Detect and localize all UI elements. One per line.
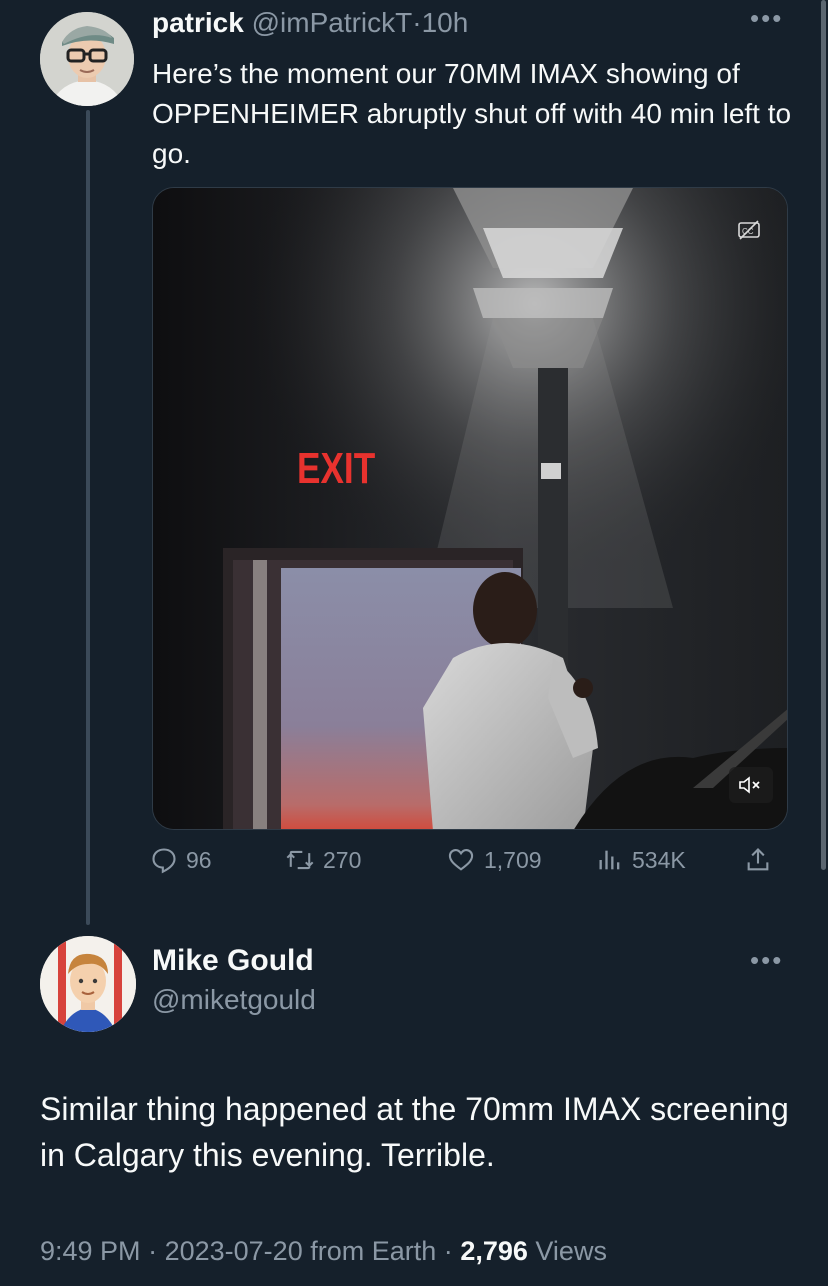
more-options-icon[interactable]: ••• <box>750 5 783 31</box>
separator: · <box>412 7 422 38</box>
thread-line <box>86 110 90 925</box>
retweet-icon <box>286 850 314 870</box>
separator: · <box>443 1236 453 1266</box>
tweet-age[interactable]: 10h <box>422 7 469 38</box>
exit-sign-text: EXIT <box>297 444 375 493</box>
reply-icon <box>152 848 176 874</box>
reply-source: from Earth <box>310 1236 437 1266</box>
views-button[interactable]: 534K <box>596 846 686 874</box>
reply-count: 96 <box>186 846 212 873</box>
heart-icon <box>448 849 474 871</box>
retweet-button[interactable]: 270 <box>285 846 361 874</box>
reply-author-name[interactable]: Mike Gould <box>152 944 314 978</box>
reply-text: Similar thing happened at the 70mm IMAX … <box>40 1091 789 1173</box>
avatar[interactable] <box>40 936 136 1032</box>
tweet-footer: 9:49 PM · 2023-07-20 from Earth · 2,796 … <box>40 1236 607 1267</box>
retweet-count: 270 <box>323 846 362 873</box>
tweet-text: Here’s the moment our 70MM IMAX showing … <box>152 58 792 169</box>
like-button[interactable]: 1,709 <box>446 846 542 874</box>
views-chart-icon <box>599 850 620 870</box>
mute-button[interactable] <box>729 767 773 803</box>
video-frame: EXIT <box>153 188 787 829</box>
tweet-actions: 96 270 1,709 534K <box>150 846 790 886</box>
video-player[interactable]: EXIT CC <box>152 187 788 830</box>
views-count: 534K <box>632 846 686 873</box>
share-icon <box>747 848 769 871</box>
share-button[interactable] <box>744 846 780 874</box>
reply-author-handle[interactable]: @miketgould <box>152 984 316 1016</box>
reply-views-count[interactable]: 2,796 <box>460 1236 528 1266</box>
author-name[interactable]: patrick <box>152 7 244 38</box>
scrollbar[interactable] <box>821 0 826 870</box>
more-options-icon[interactable]: ••• <box>750 947 783 973</box>
reply-button[interactable]: 96 <box>150 846 212 874</box>
reply-date[interactable]: 2023-07-20 <box>165 1236 303 1266</box>
reply-time[interactable]: 9:49 PM <box>40 1236 141 1266</box>
avatar[interactable] <box>40 12 134 106</box>
reply-views-label: Views <box>535 1236 607 1266</box>
separator: · <box>148 1236 158 1266</box>
like-count: 1,709 <box>484 846 542 873</box>
captions-off-icon[interactable]: CC <box>737 218 761 247</box>
author-handle[interactable]: @imPatrickT <box>252 7 413 38</box>
tweet-header: patrick @imPatrickT·10h <box>152 6 468 40</box>
muted-speaker-icon <box>739 776 760 794</box>
